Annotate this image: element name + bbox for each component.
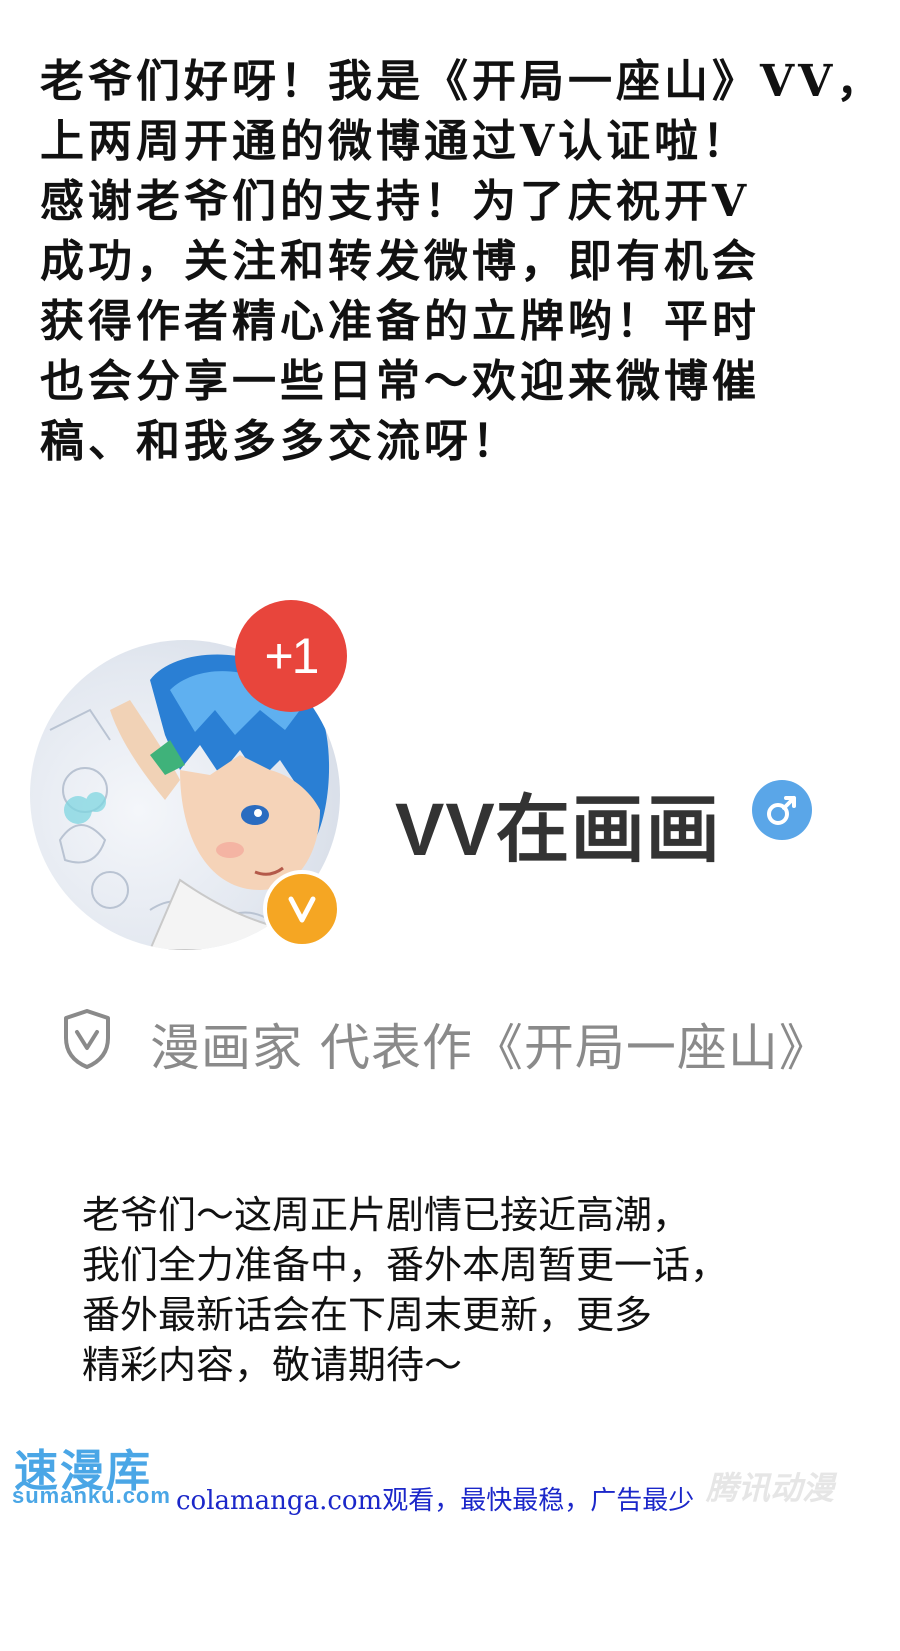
profile-card: +1 VV在画画 <box>0 600 900 1030</box>
watermark-publisher-logo: 腾讯动漫 <box>706 1469 835 1507</box>
profile-name[interactable]: VV在画画 <box>395 770 721 877</box>
verification-row: 漫画家 代表作《开局一座山》 <box>62 1008 882 1078</box>
intro-text-block: 老爷们好呀！我是《开局一座山》VV， 上两周开通的微博通过V认证啦！ 感谢老爷们… <box>40 52 885 472</box>
male-icon <box>752 780 812 840</box>
notification-badge: +1 <box>235 600 347 712</box>
intro-line: 上两周开通的微博通过V认证啦！ <box>40 116 751 167</box>
intro-line: 感谢老爷们的支持！为了庆祝开V <box>40 176 751 227</box>
intro-line: 获得作者精心准备的立牌哟！平时 <box>40 296 760 347</box>
notice-line: 老爷们～这周正片剧情已接近高潮， <box>82 1193 691 1237</box>
verification-text: 漫画家 代表作《开局一座山》 <box>150 1019 830 1077</box>
intro-line: 稿、和我多多交流呀！ <box>40 416 520 467</box>
verified-v-icon <box>263 870 341 948</box>
notice-line: 精彩内容，敬请期待～ <box>82 1343 463 1387</box>
watermark-logo-domain: sumanku.com <box>12 1483 171 1508</box>
watermark-site-text[interactable]: colamanga.com观看，最快最稳，广告最少 <box>176 1480 694 1517</box>
notice-line: 番外最新话会在下周末更新，更多 <box>82 1293 653 1337</box>
intro-line: 老爷们好呀！我是《开局一座山》VV， <box>40 56 885 107</box>
shield-check-icon <box>64 1009 110 1069</box>
update-notice: 老爷们～这周正片剧情已接近高潮， 我们全力准备中，番外本周暂更一话， 番外最新话… <box>82 1190 842 1390</box>
notice-line: 我们全力准备中，番外本周暂更一话， <box>82 1243 729 1287</box>
intro-line: 也会分享一些日常～欢迎来微博催 <box>40 356 760 407</box>
intro-line: 成功，关注和转发微博，即有机会 <box>40 236 760 287</box>
